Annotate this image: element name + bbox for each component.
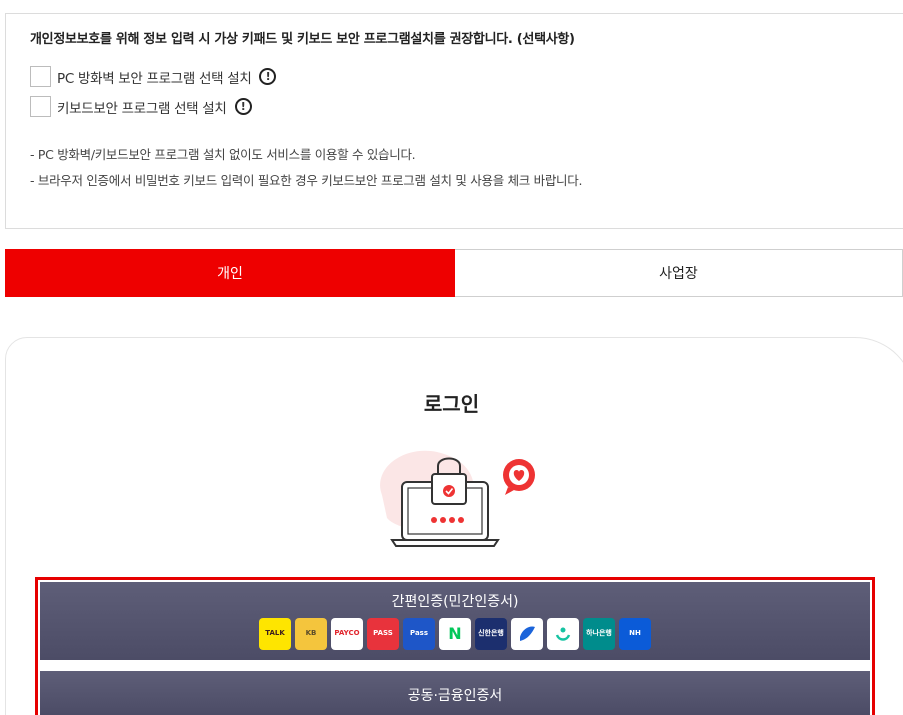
pass-icon[interactable]: PASS [367,618,399,650]
tab-personal[interactable]: 개인 [5,249,455,297]
toss-icon[interactable] [511,618,543,650]
simple-auth-panel[interactable]: 간편인증(민간인증서) TALK KB PAYCO PASS Pass N 신한은행 하나은행… [40,582,870,660]
joint-cert-title: 공동·금융인증서 [407,688,503,704]
joint-cert-panel[interactable]: 공동·금융인증서 [40,671,870,715]
user-type-tabs: 개인 사업장 [5,249,903,297]
keyboard-security-option-label: 키보드보안 프로그램 선택 설치 [57,100,227,117]
keyboard-security-checkbox[interactable] [30,96,51,117]
naver-icon[interactable]: N [439,618,471,650]
provider-list: TALK KB PAYCO PASS Pass N 신한은행 하나은행 NH [259,618,651,650]
payco-icon[interactable]: PAYCO [331,618,363,650]
kakao-talk-icon[interactable]: TALK [259,618,291,650]
laptop-lock-illustration [380,450,535,547]
notice-note: - PC 방화벽/키보드보안 프로그램 설치 없이도 서비스를 이용할 수 있습… [30,147,416,162]
firewall-checkbox[interactable] [30,66,51,87]
samsung-pass-icon[interactable]: Pass [403,618,435,650]
login-title: 로그인 [423,392,480,416]
hana-icon[interactable]: 하나은행 [583,618,615,650]
keyboard-security-option[interactable]: 키보드보안 프로그램 선택 설치 ! [30,96,252,117]
tab-business[interactable]: 사업장 [455,249,903,297]
nh-icon[interactable]: NH [619,618,651,650]
firewall-option-label: PC 방화벽 보안 프로그램 선택 설치 [57,70,252,87]
notice-note: - 브라우저 인증에서 비밀번호 키보드 입력이 필요한 경우 키보드보안 프로… [30,173,583,188]
kb-icon[interactable]: KB [295,618,327,650]
firewall-option[interactable]: PC 방화벽 보안 프로그램 선택 설치 ! [30,66,277,87]
shinhan-icon[interactable]: 신한은행 [475,618,507,650]
info-icon[interactable]: ! [259,68,277,85]
info-icon[interactable]: ! [234,98,252,115]
banksalad-icon[interactable] [547,618,579,650]
simple-auth-title: 간편인증(민간인증서) [391,594,519,610]
security-notice-title: 개인정보보호를 위해 정보 입력 시 가상 키패드 및 키보드 보안 프로그램설… [30,32,575,47]
